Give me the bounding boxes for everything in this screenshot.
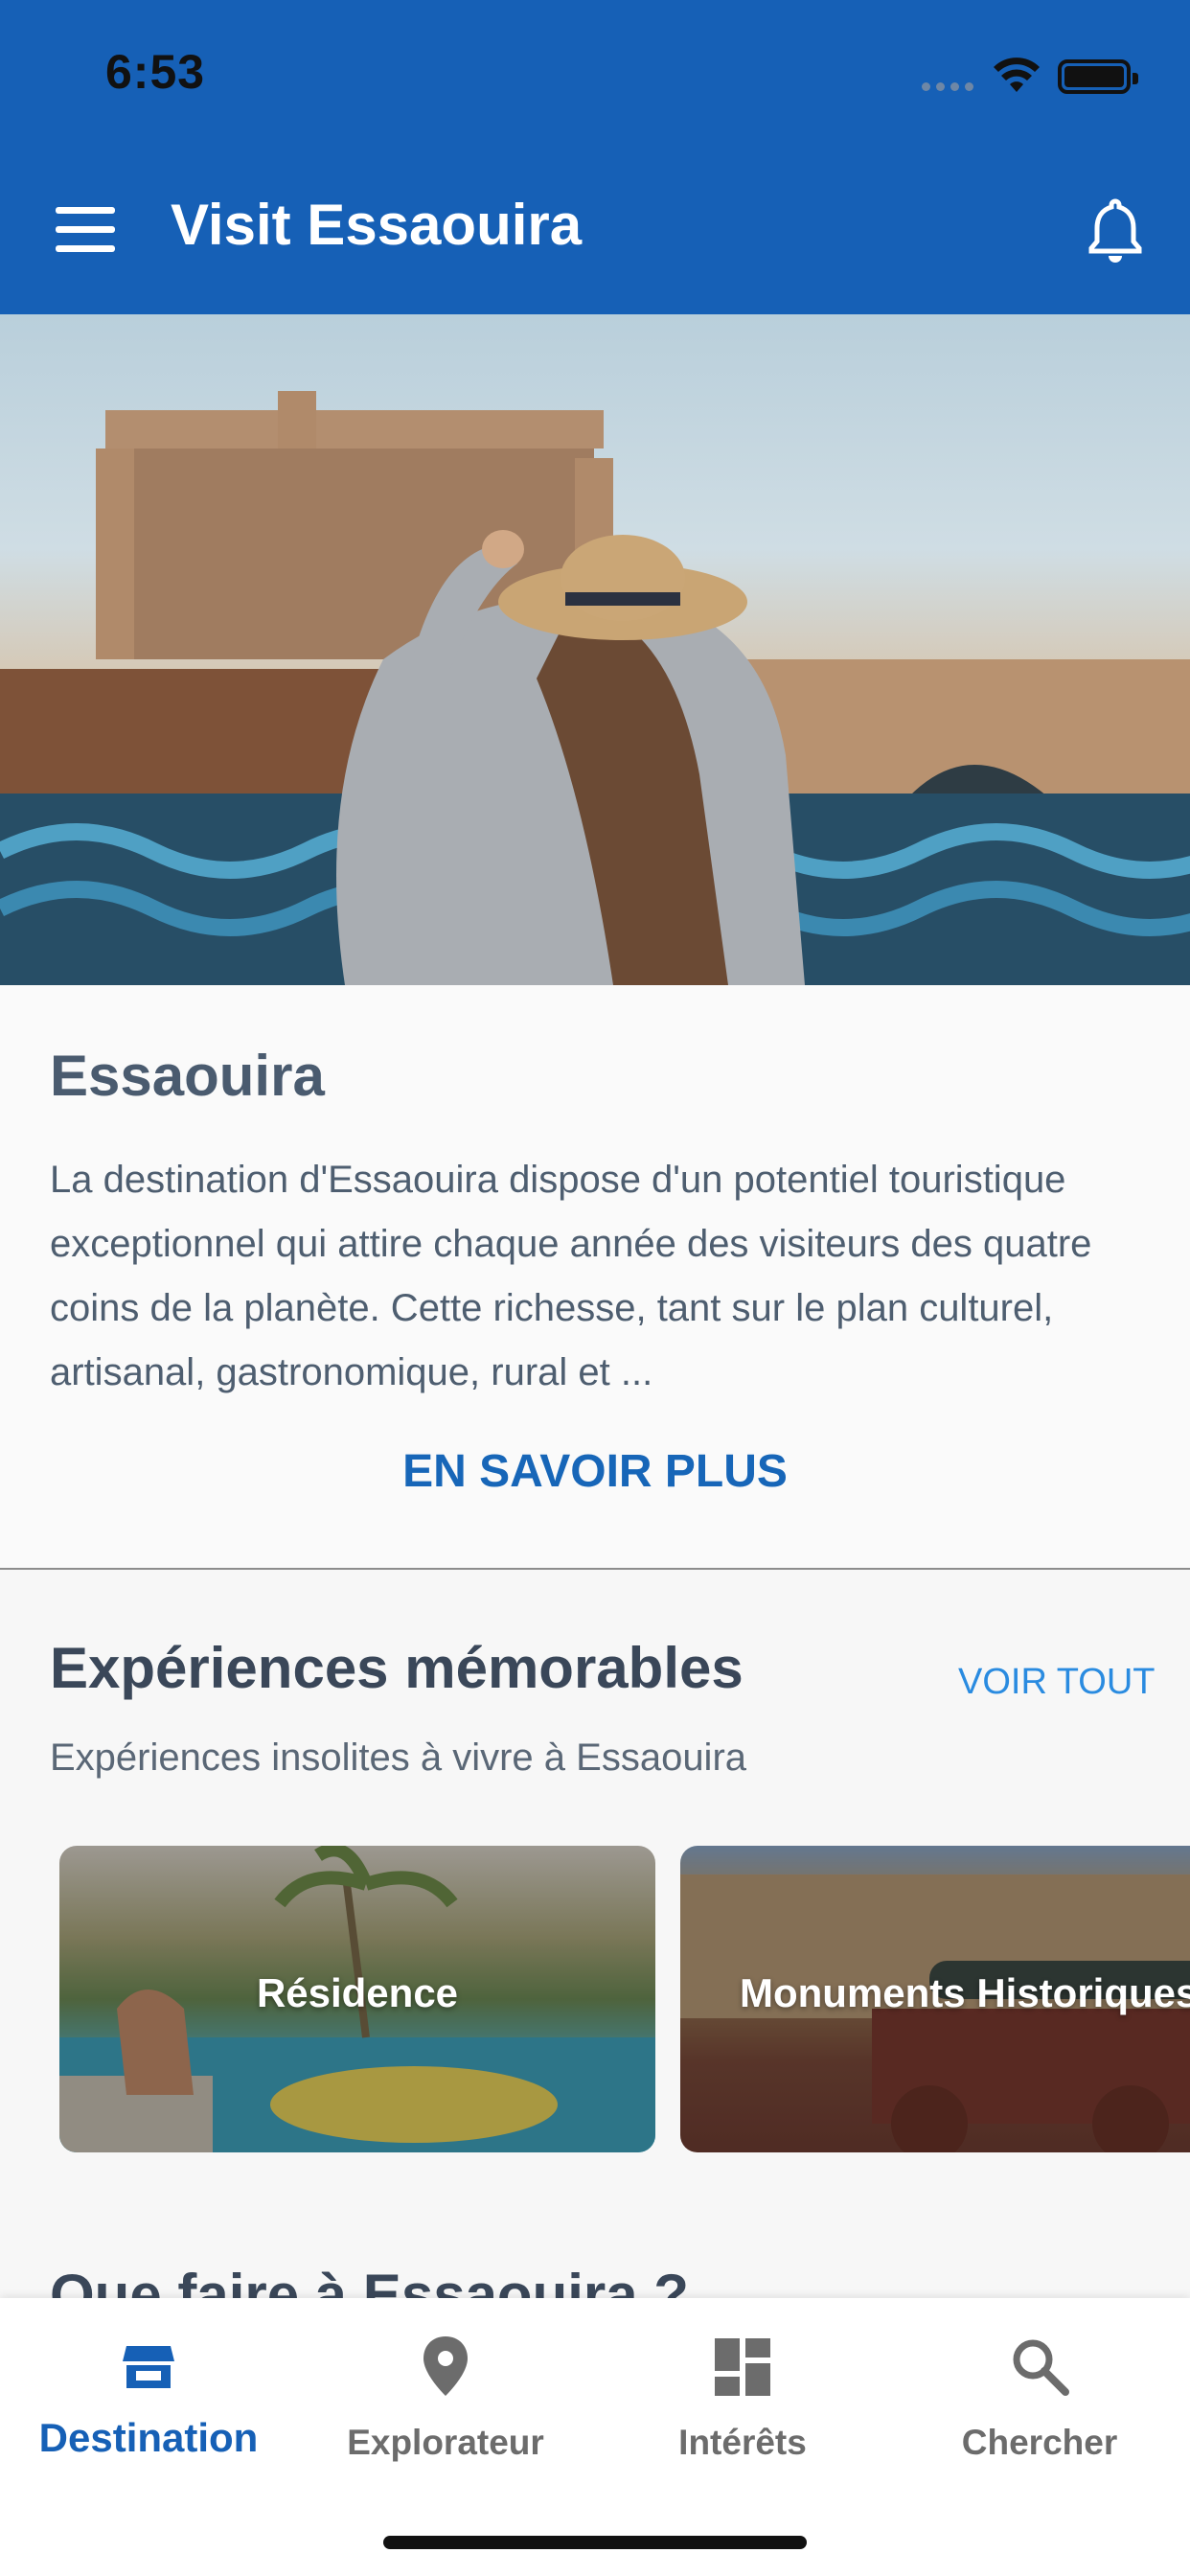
experiences-carousel[interactable]: Résidence Monuments Historiques (0, 1846, 1190, 2154)
experience-card-residence[interactable]: Résidence (59, 1846, 655, 2152)
see-all-link[interactable]: VOIR TOUT (958, 1662, 1156, 1703)
app-bar: Visit Essaouira (0, 172, 1190, 288)
search-icon (1013, 2339, 1069, 2396)
storefront-icon (123, 2346, 174, 2388)
menu-icon[interactable] (56, 207, 115, 253)
bottom-navigation: Destination Explorateur Intérêts Cherche… (0, 2298, 1190, 2576)
destination-description: La destination d'Essaouira dispose d'un … (50, 1159, 1092, 1393)
app-header: 6:53 Visit Essaouira (0, 0, 1190, 314)
destination-intro: Essaouira La destination d'Essaouira dis… (0, 985, 1190, 1570)
experiences-subtitle: Expériences insolites à vivre à Essaouir… (50, 1736, 747, 1779)
dashboard-icon (715, 2338, 770, 2396)
card-label: Résidence (256, 1970, 459, 2015)
hero-illustration (0, 391, 1190, 985)
nav-label: Chercher (961, 2423, 1118, 2462)
nav-label: Explorateur (347, 2423, 544, 2462)
home-indicator[interactable] (383, 2536, 807, 2549)
wifi-icon (994, 58, 1040, 92)
experiences-title: Expériences mémorables (50, 1636, 744, 1700)
nav-item-search[interactable]: Chercher (891, 2333, 1188, 2467)
nav-label: Destination (38, 2415, 259, 2460)
nav-item-explorer[interactable]: Explorateur (297, 2333, 594, 2467)
nav-item-destination[interactable]: Destination (0, 2333, 297, 2467)
nav-item-interests[interactable]: Intérêts (594, 2333, 891, 2467)
learn-more-link[interactable]: EN SAVOIR PLUS (0, 1445, 1190, 1498)
hero-image (0, 314, 1190, 985)
destination-title: Essaouira (50, 1044, 325, 1108)
card-label: Monuments Historiques (740, 1970, 1190, 2015)
section-divider (0, 1568, 1190, 1570)
map-pin-icon (423, 2336, 468, 2396)
experience-card-monuments[interactable]: Monuments Historiques (680, 1846, 1190, 2152)
app-title: Visit Essaouira (171, 193, 583, 257)
nav-label: Intérêts (678, 2423, 807, 2462)
cellular-signal-icon (922, 82, 973, 91)
battery-icon (1058, 59, 1138, 94)
bell-icon[interactable] (1085, 196, 1146, 264)
status-bar: 6:53 (0, 0, 1190, 153)
status-time: 6:53 (105, 45, 206, 99)
